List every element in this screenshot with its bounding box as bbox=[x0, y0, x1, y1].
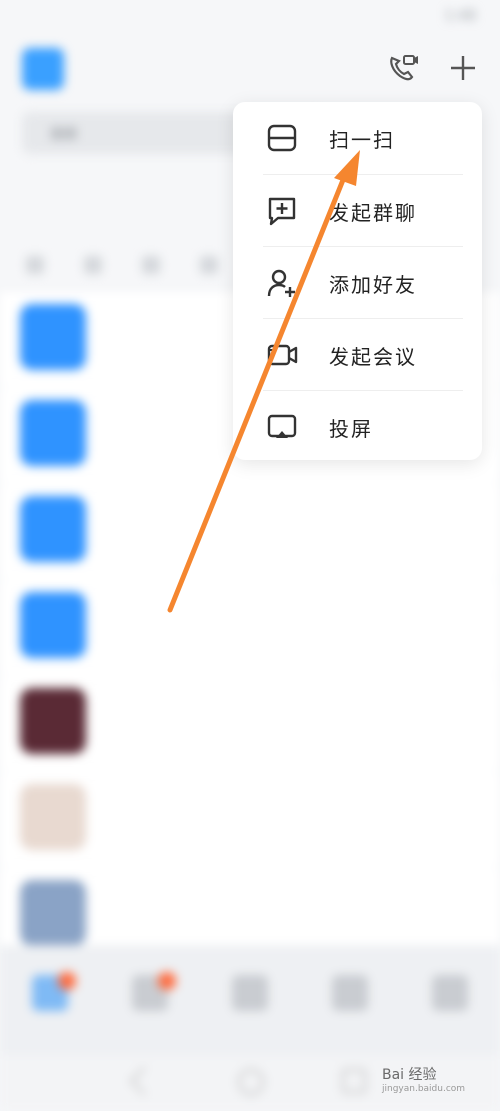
watermark-sub: jingyan.baidu.com bbox=[382, 1084, 466, 1094]
annotation-arrow bbox=[167, 150, 360, 613]
watermark-text: Bai 经验 bbox=[382, 1067, 437, 1083]
watermark: Bai 经验 jingyan.baidu.com bbox=[382, 1064, 465, 1094]
